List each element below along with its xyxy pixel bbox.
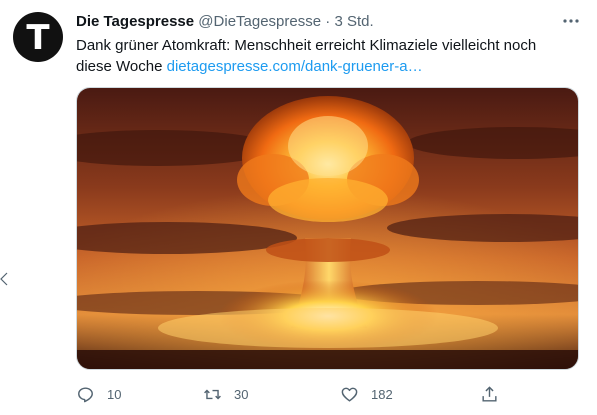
reply-icon [78, 386, 93, 402]
tweet-link[interactable]: dietagespresse.com/dank-gruener-a… [167, 58, 423, 75]
reply-count: 10 [107, 386, 122, 402]
tweet-header: Die Tagespresse @DieTagespresse · 3 Std. [76, 12, 374, 31]
avatar-letter: T [26, 17, 50, 58]
tweet-actions: 10 30 182 [76, 381, 576, 407]
like-button[interactable]: 182 [340, 381, 393, 407]
retweet-button[interactable]: 30 [203, 381, 248, 407]
share-button[interactable] [480, 381, 499, 407]
like-count: 182 [371, 386, 393, 402]
retweet-icon [204, 389, 221, 399]
tweet-time[interactable]: 3 Std. [334, 13, 373, 30]
retweet-count: 30 [234, 386, 249, 402]
edge-arrow-icon [0, 272, 8, 289]
like-icon [341, 387, 358, 402]
tweet[interactable]: T Die Tagespresse @DieTagespresse · 3 St… [0, 0, 597, 415]
author-name[interactable]: Die Tagespresse [76, 13, 194, 30]
more-icon[interactable] [559, 9, 583, 33]
reply-button[interactable]: 10 [76, 381, 121, 407]
avatar[interactable]: T [13, 12, 63, 62]
separator-dot: · [325, 13, 331, 30]
share-icon [482, 385, 497, 402]
author-handle[interactable]: @DieTagespresse [198, 13, 321, 30]
tweet-text: Dank grüner Atomkraft: Menschheit erreic… [76, 35, 576, 77]
tweet-image[interactable] [76, 87, 579, 370]
nuclear-explosion-image [77, 88, 578, 369]
